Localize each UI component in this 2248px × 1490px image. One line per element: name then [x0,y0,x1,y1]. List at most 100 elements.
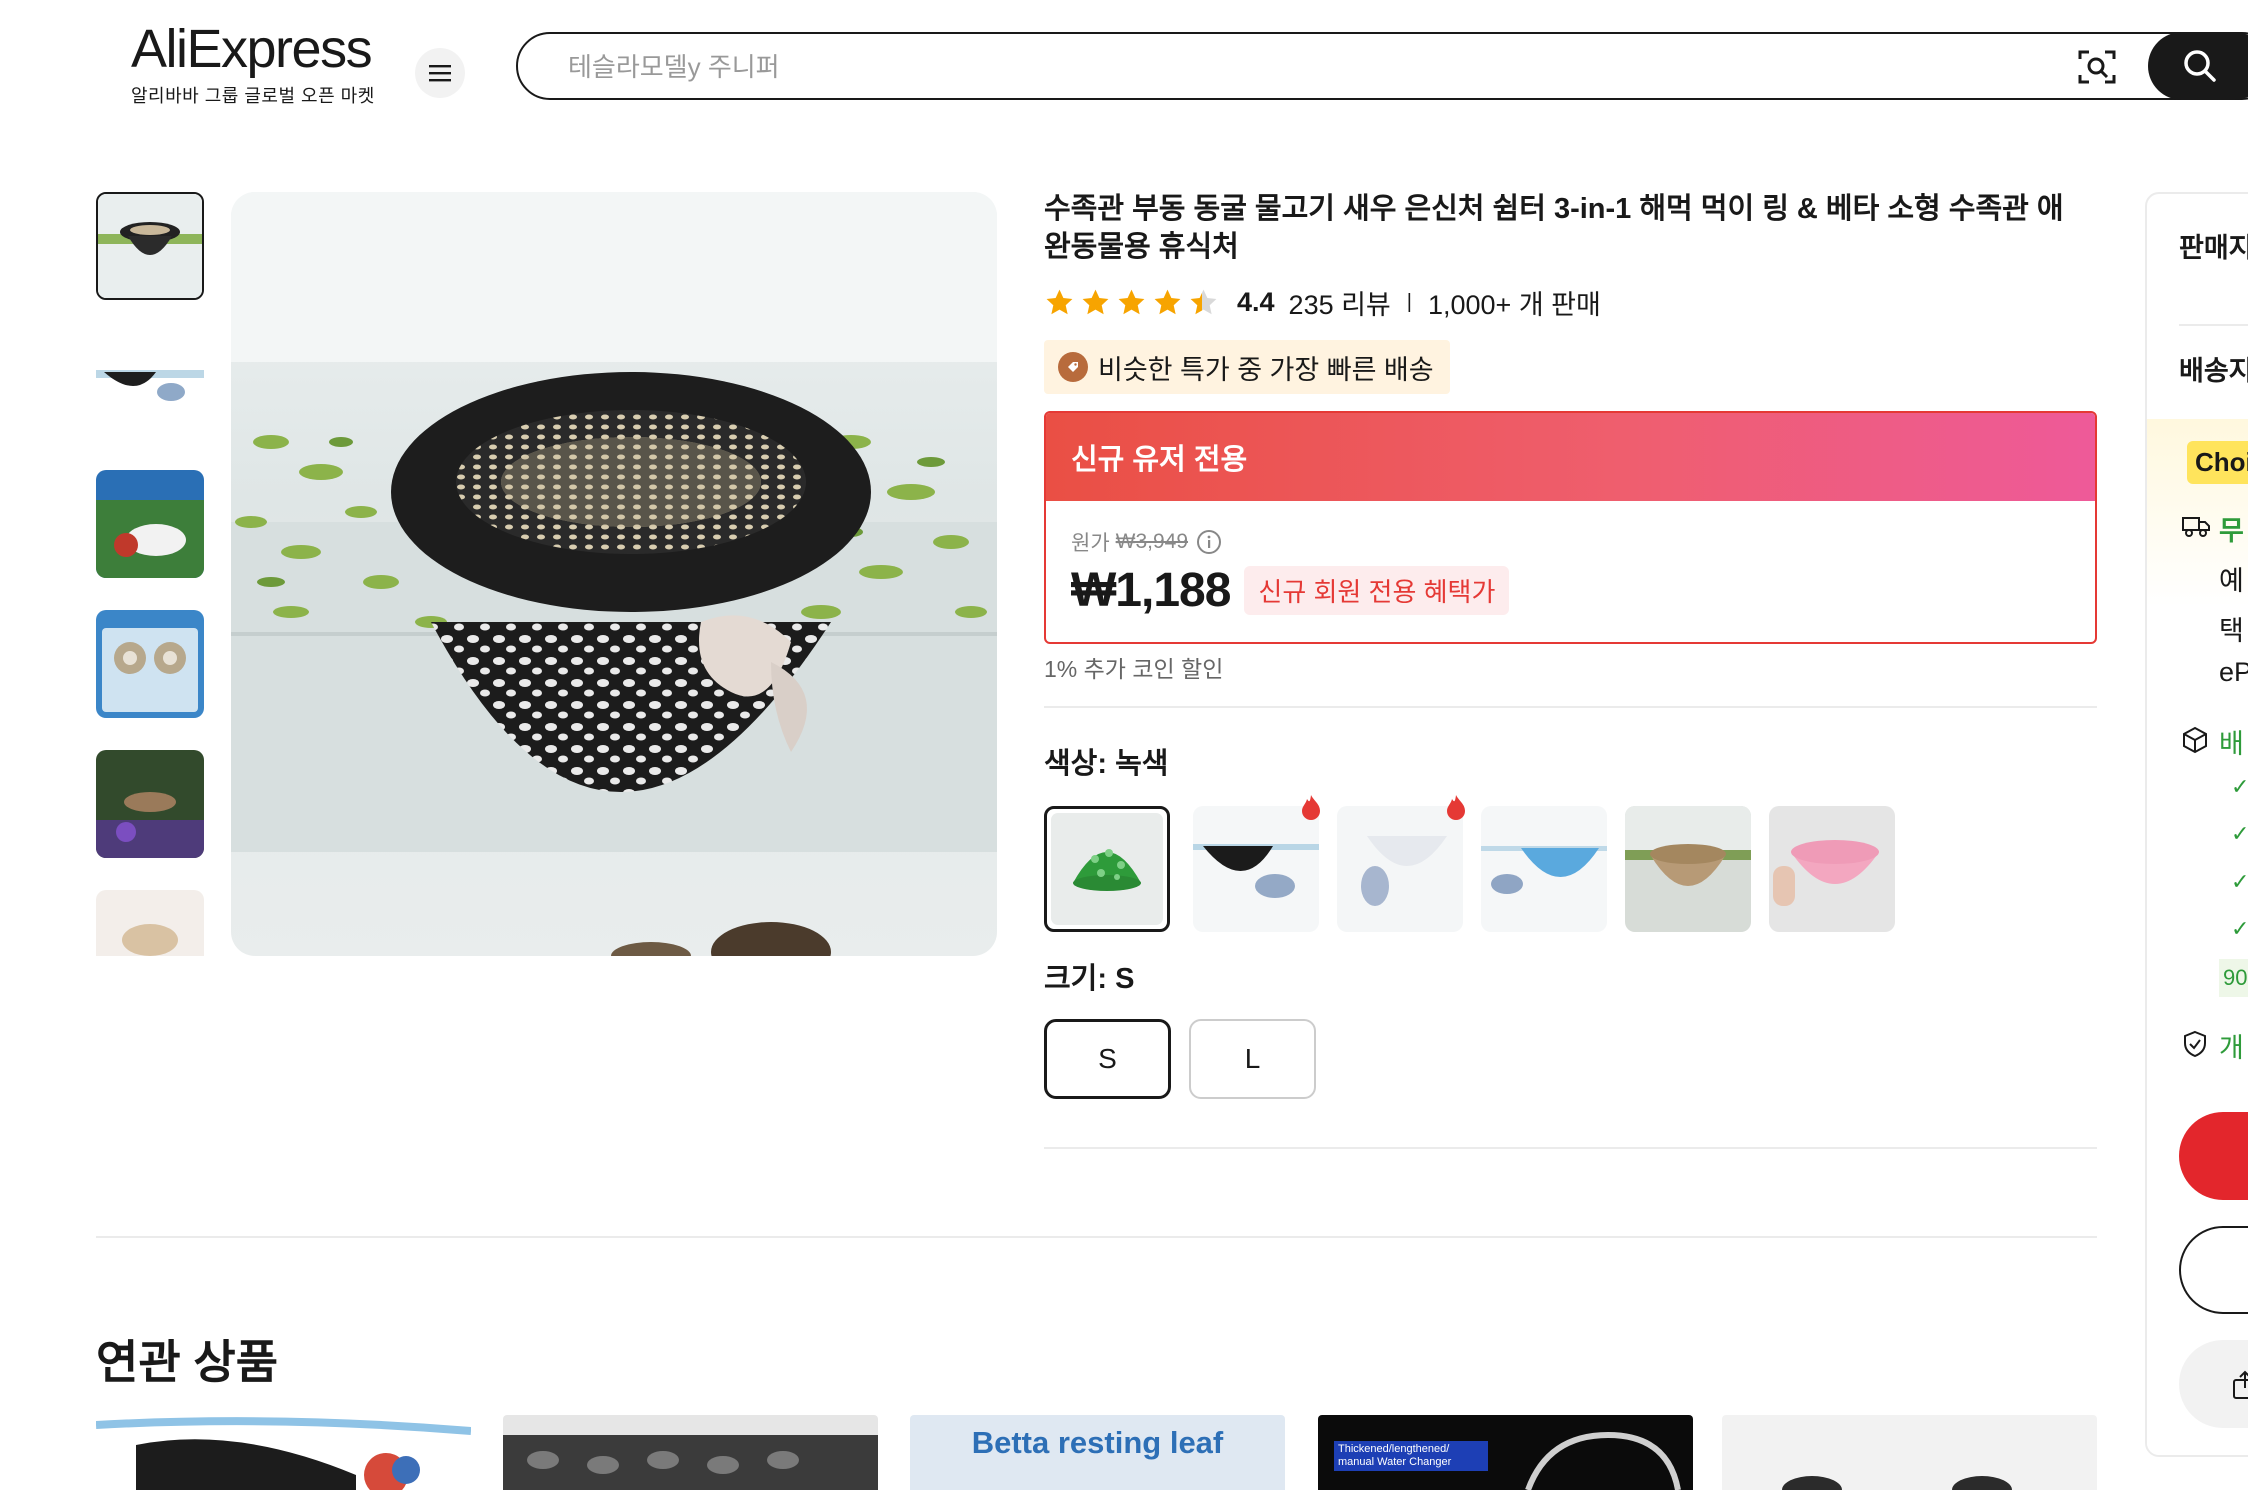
delivery-estimate: 예 [2219,566,2244,596]
rating-row[interactable]: 4.4 235 리뷰 | 1,000+ 개 판매 [1044,282,1601,322]
color-option-khaki[interactable] [1625,806,1751,932]
related-products-title: 연관 상품 [96,1336,279,1388]
thumb-image [96,330,204,438]
hot-flame-icon [1302,795,1320,820]
original-price-row: 원가 ₩3,949 [1071,527,1222,557]
related-product-card[interactable] [96,1415,471,1490]
search-button[interactable] [2148,32,2248,100]
menu-button[interactable] [415,48,465,98]
card-caption: Thickened/lengthened/ manual Water Chang… [1334,1441,1488,1471]
thumb-image [96,610,204,718]
divider [1044,706,2097,708]
related-product-card[interactable]: Thickened/lengthened/ manual Water Chang… [1318,1415,1693,1490]
gallery-thumb-5[interactable] [96,750,204,858]
image-search-button[interactable] [2077,47,2117,87]
check-icon: ✓ [2231,916,2248,941]
logo-tagline: 알리바바 그룹 글로벌 오픈 마켓 [131,86,375,106]
size-label: 크기: S [1044,963,1135,995]
size-option-s[interactable]: S [1044,1019,1171,1099]
original-price: ₩3,949 [1115,530,1189,553]
star-icon [1046,289,1073,314]
purchase-panel: 판매지 배송지 Choic 무 예 택 eP 배 ✓ ✓ ✓ ✓ 90 개 [2145,192,2248,1457]
product-thumbnail [503,1415,878,1490]
gallery-thumb-3[interactable] [96,470,204,578]
product-thumbnail [96,1415,471,1490]
price-row: ₩1,188 신규 회원 전용 혜택가 [1071,563,1510,618]
sold-count: 1,000+ 개 판매 [1427,289,1601,320]
promo-text: 비슷한 특가 중 가장 빠른 배송 [1098,354,1434,385]
related-product-card[interactable]: Betta resting leaf [910,1415,1285,1490]
related-product-card[interactable] [1722,1415,2097,1490]
search-icon [2184,50,2216,82]
star-icon [1154,289,1181,314]
gallery-thumb-4[interactable] [96,610,204,718]
search-input[interactable] [566,34,1970,100]
check-icon: ✓ [2231,774,2248,799]
star-icon [1118,289,1145,314]
delivery-guarantee[interactable]: 배 [2219,722,2244,761]
gallery-thumb-6[interactable] [96,890,204,956]
hot-flame-icon [1447,795,1465,820]
shield-check-icon [2184,1030,2206,1058]
check-icon: ✓ [2231,869,2248,894]
check-icon: ✓ [2231,821,2248,846]
main-product-image[interactable] [231,192,997,956]
star-icon [1082,289,1109,314]
gallery-thumb-2[interactable] [96,330,204,438]
gallery-thumb-1[interactable] [96,192,204,300]
aliexpress-logo[interactable]: AliExpress [131,18,373,80]
rating-stars [1044,287,1219,318]
carrier-name: eP [2219,657,2248,687]
days-chip: 90 [2219,959,2248,997]
product-thumbnail [1782,1476,2012,1490]
color-option-white[interactable] [1337,806,1463,932]
product-title: 수족관 부동 동굴 물고기 새우 은신처 쉼터 3-in-1 해먹 먹이 링 &… [1044,193,2064,263]
fast-shipping-tag: 비슷한 특가 중 가장 빠른 배송 [1044,340,1450,394]
ship-to-label[interactable]: 배송지 [2179,349,2248,388]
review-count[interactable]: 235 리뷰 [1289,283,1391,322]
color-option-blue[interactable] [1481,806,1607,932]
size-option-l[interactable]: L [1189,1019,1316,1099]
coin-discount-note: 1% 추가 코인 할인 [1044,656,1224,682]
card-caption: Betta resting leaf [971,1425,1224,1460]
swatch-image [1481,846,1607,894]
divider [1044,1147,2097,1149]
tag-icon [1058,352,1088,382]
box-icon [2183,726,2207,754]
swatch-image [1773,840,1879,906]
swatch-image [1625,806,1751,886]
hamburger-icon [429,65,451,82]
thumb-image [96,890,204,956]
swatch-image [1193,844,1319,898]
divider [2179,324,2248,326]
thumb-image [96,750,204,858]
related-product-card[interactable] [503,1415,878,1490]
product-photo [231,192,997,956]
new-member-badge: 신규 회원 전용 혜택가 [1244,566,1510,615]
color-option-black[interactable] [1193,806,1319,932]
info-icon[interactable] [1196,529,1222,555]
color-option-pink[interactable] [1769,806,1895,932]
rating-value: 4.4 [1237,286,1275,317]
free-shipping: 무 [2219,516,2244,546]
new-user-banner: 신규 유저 전용 [1046,413,2095,501]
thumb-image [98,194,202,298]
swatch-image [1361,836,1447,906]
thumb-image [96,470,204,578]
original-label: 원가 [1071,532,1110,555]
protection-label[interactable]: 개 [2219,1026,2244,1065]
color-option-green[interactable] [1044,806,1170,932]
seller-label: 판매지 [2179,233,2248,263]
share-icon [2233,1370,2248,1399]
truck-icon [2182,517,2210,537]
half-star-icon [1190,289,1217,314]
swatch-image [1073,849,1141,891]
choice-badge: Choic [2187,441,2248,484]
separator: | [1406,290,1412,313]
courier-info: 택 [2219,616,2244,646]
search-bar [516,32,2248,100]
color-label: 색상: 녹색 [1044,748,1169,780]
camera-scan-icon [2078,50,2116,84]
product-thumbnail [1525,1431,1681,1490]
section-divider [96,1236,2097,1238]
